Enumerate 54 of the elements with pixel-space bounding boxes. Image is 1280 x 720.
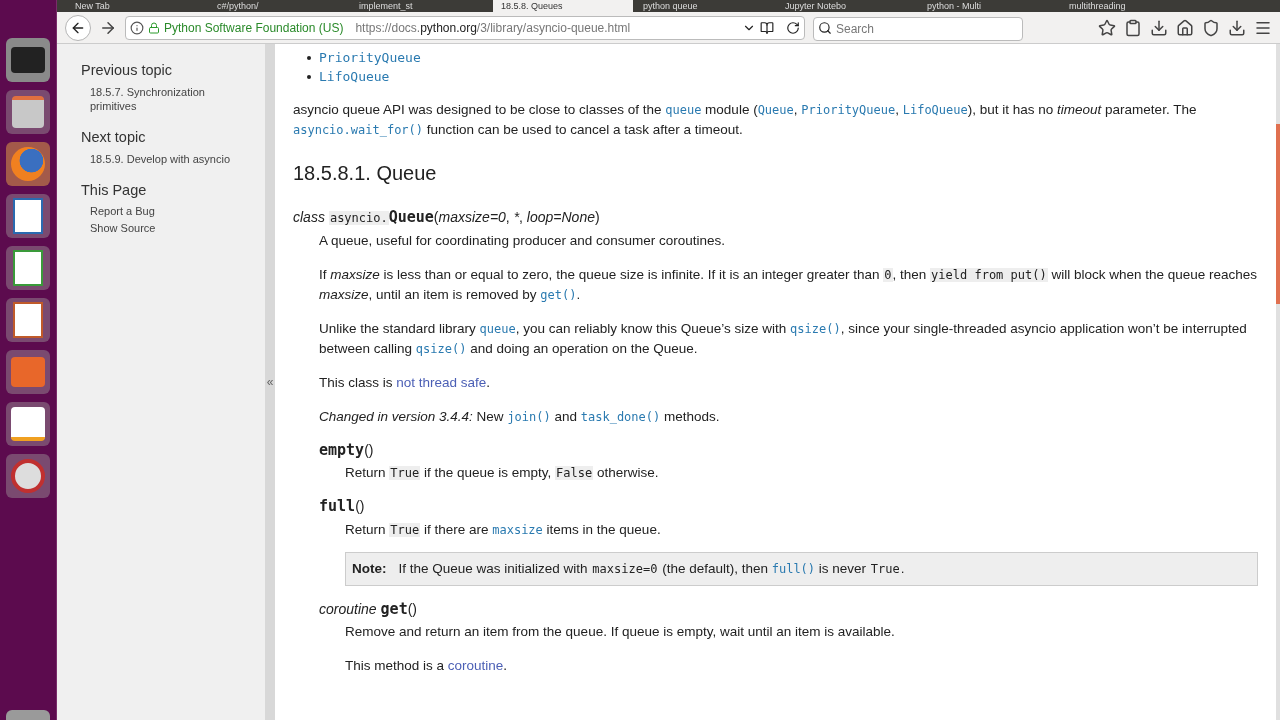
- paragraph: This method is a coroutine.: [345, 657, 509, 676]
- paragraph: A queue, useful for coordinating producer and consumer coroutines.: [319, 231, 726, 250]
- browser-tab[interactable]: New Tab: [67, 0, 207, 12]
- lock-icon: [148, 21, 160, 34]
- sidebar-heading: This Page: [81, 180, 148, 200]
- terminal-icon[interactable]: [6, 38, 50, 82]
- paragraph: Return True if the queue is empty, False otherwise.: [345, 464, 660, 482]
- browser-tab[interactable]: c#/python/: [209, 0, 349, 12]
- clipboard-icon[interactable]: [1124, 18, 1142, 37]
- search-field[interactable]: Search: [813, 16, 1023, 41]
- sidebar-collapse-bar[interactable]: «: [265, 44, 275, 720]
- sidebar-link[interactable]: Report a Bug: [90, 204, 248, 219]
- browser-tab[interactable]: python - Multi: [919, 0, 1059, 12]
- signature: empty(): [319, 439, 375, 461]
- sidebar-link[interactable]: 18.5.7. Synchronization primitives: [90, 84, 248, 113]
- address-field[interactable]: Python Software Foundation (US) https://docs.python.org/3/library/asyncio-queue.html: [125, 15, 805, 40]
- sidebar-link[interactable]: Show Source: [90, 221, 248, 236]
- paragraph: Return True if there are maxsize items in the queue.: [345, 520, 662, 539]
- paragraph: Unlike the standard library queue, you can reliably know this Queue’s size with qsize(), since your single-threaded asyncio application won’t be interrupted between calling qsize() and doing an operation on the Queue.: [319, 319, 1248, 358]
- paragraph: If maxsize is less than or equal to zero, the queue size is infinite. If it is an integer greater than 0, then yield from put() will block when the queue reaches maxsize, until an item is removed by get().: [319, 265, 1258, 304]
- paragraph: This class is not thread safe.: [319, 373, 492, 392]
- home-icon[interactable]: [1176, 18, 1194, 37]
- download-icon[interactable]: [1228, 18, 1246, 37]
- paragraph: asyncio queue API was designed to be close to classes of the queue module (Queue, PriorityQueue, LifoQueue), but it has no timeout parameter. The asyncio.wait_for() function can be used to cancel a task after a timeout.: [293, 101, 1198, 139]
- download-icon[interactable]: [1150, 18, 1168, 37]
- spreadsheet-icon[interactable]: [6, 246, 50, 290]
- back-button[interactable]: [65, 14, 91, 41]
- url-text: https://docs.python.org/3/library/asyncio-queue.html: [355, 19, 631, 37]
- sidebar-link[interactable]: 18.5.9. Develop with asyncio: [90, 151, 248, 166]
- note-box: Note: If the Queue was initialized with maxsize=0 (the default), then full() is never True.: [345, 551, 1258, 586]
- signature: class asyncio.Queue(maxsize=0, *, loop=None): [293, 207, 601, 228]
- presentation-icon[interactable]: [6, 298, 50, 342]
- browser-tab[interactable]: python queue: [635, 0, 775, 12]
- browser-tab[interactable]: multithreading: [1061, 0, 1201, 12]
- browser-tab[interactable]: Jupyter Notebo: [777, 0, 917, 12]
- signature: coroutine get(): [319, 598, 418, 620]
- document-icon[interactable]: [6, 194, 50, 238]
- signature: full(): [319, 496, 366, 517]
- bookmark-star-icon[interactable]: [1098, 18, 1116, 37]
- reader-view-icon[interactable]: [760, 20, 774, 35]
- sidebar-heading: Next topic: [81, 127, 147, 147]
- list-link[interactable]: PriorityQueue: [307, 48, 1258, 67]
- paragraph: Remove and return an item from the queue. If queue is empty, wait until an item is available.: [345, 623, 896, 642]
- search-icon: [818, 20, 832, 35]
- browser-tab[interactable]: 18.5.8. Queues: [493, 0, 633, 12]
- reload-icon[interactable]: [786, 20, 800, 35]
- browser-tab[interactable]: implement_st: [351, 0, 491, 12]
- section-heading: 18.5.8.1. Queue: [293, 161, 438, 186]
- list-link[interactable]: LifoQueue: [307, 67, 1258, 86]
- shield-icon[interactable]: [1202, 18, 1220, 37]
- site-identity: Python Software Foundation (US): [164, 19, 344, 37]
- paragraph: Changed in version 3.4.4: New join() and task_done() methods.: [319, 407, 721, 426]
- sidebar-heading: Previous topic: [81, 61, 174, 80]
- info-icon[interactable]: [130, 20, 144, 35]
